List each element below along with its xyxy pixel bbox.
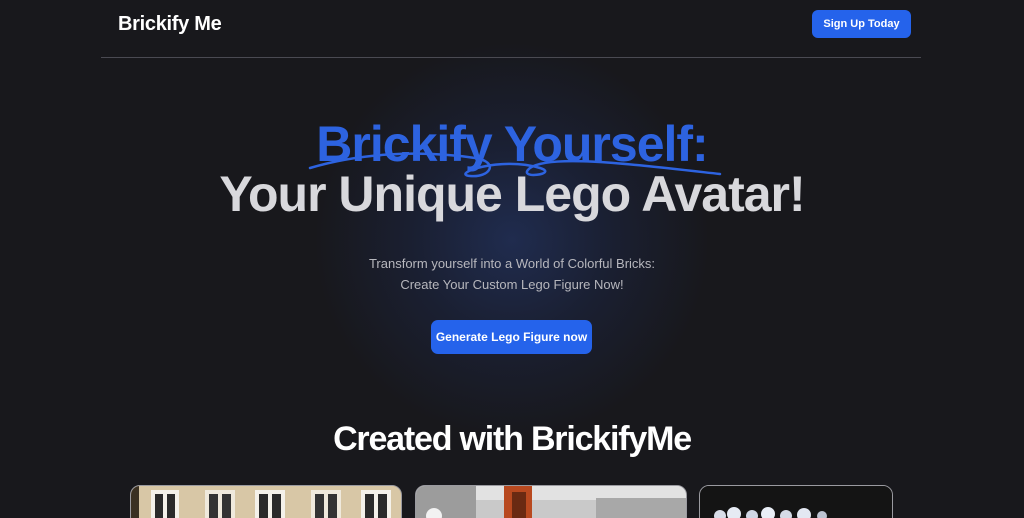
interior-image <box>416 486 686 518</box>
hero-subtitle-line2: Create Your Custom Lego Figure Now! <box>400 277 624 292</box>
hero-subtitle: Transform yourself into a World of Color… <box>0 253 1024 295</box>
nav-divider <box>101 57 921 58</box>
gallery-card[interactable] <box>699 485 893 518</box>
building-image <box>131 486 401 518</box>
hero-glow <box>312 40 712 440</box>
gallery-card[interactable] <box>415 485 687 518</box>
generate-figure-button[interactable]: Generate Lego Figure now <box>431 320 592 354</box>
hero-title-line2: Your Unique Lego Avatar! <box>219 166 805 222</box>
signup-button[interactable]: Sign Up Today <box>812 10 911 38</box>
hero-subtitle-line1: Transform yourself into a World of Color… <box>368 256 656 271</box>
gallery-card[interactable] <box>130 485 402 518</box>
gallery-title: Created with BrickifyMe <box>333 420 692 458</box>
brand-logo[interactable]: Brickify Me <box>118 13 222 36</box>
night-lights-image <box>700 486 892 518</box>
